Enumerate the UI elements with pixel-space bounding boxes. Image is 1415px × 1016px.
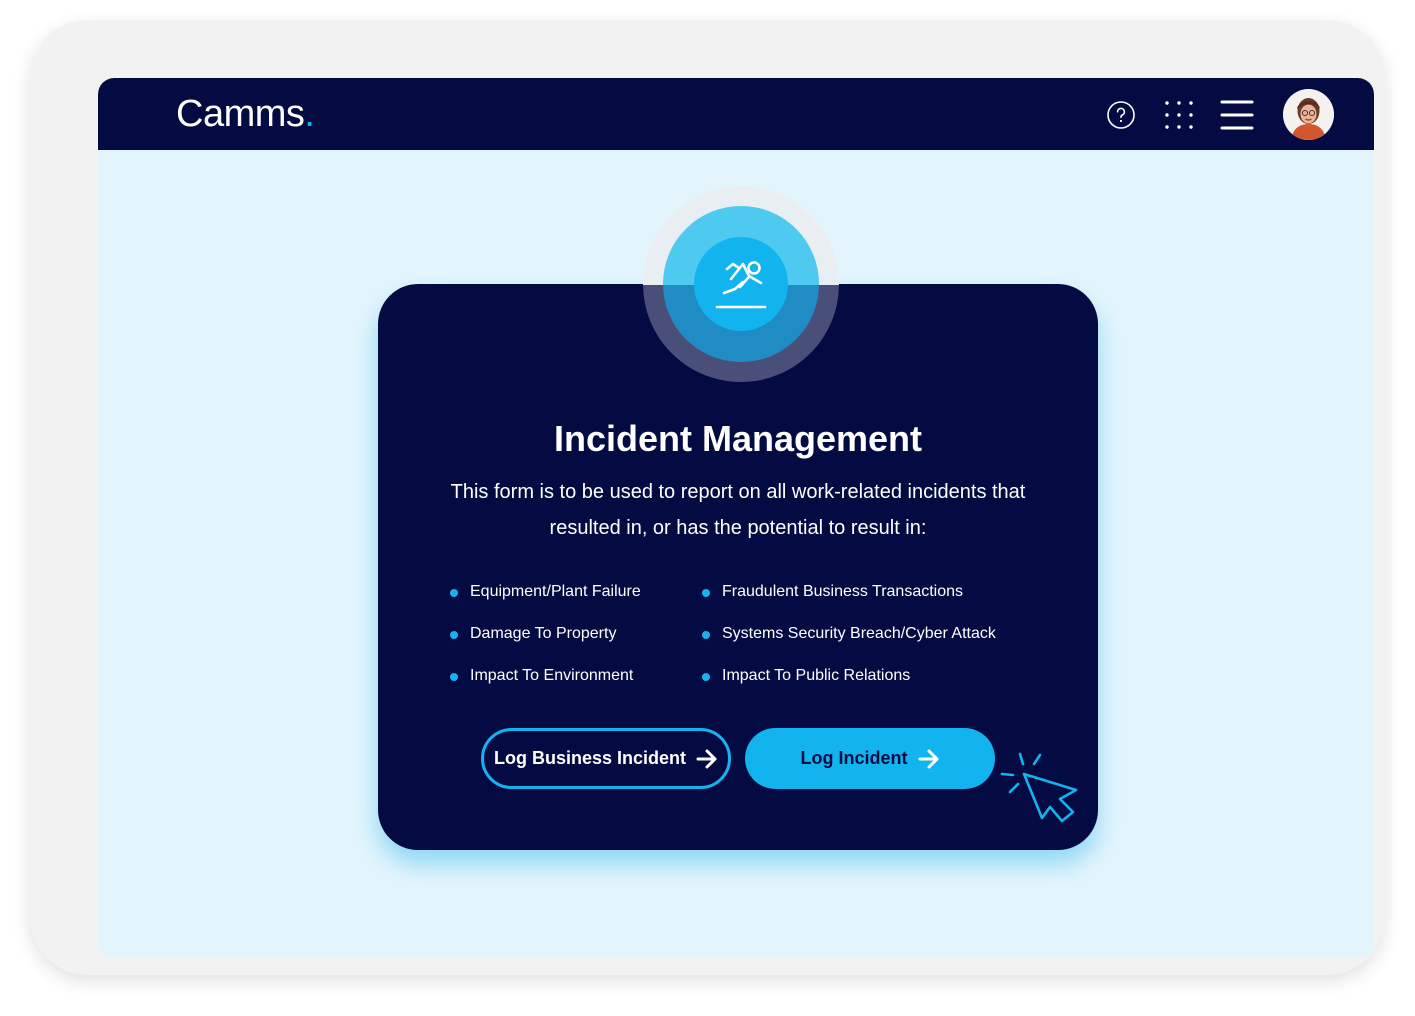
user-avatar[interactable] <box>1283 89 1334 140</box>
bullet-dot <box>702 631 710 639</box>
avatar-portrait-icon <box>1283 89 1334 140</box>
bullet-dot <box>450 673 458 681</box>
log-business-incident-label: Log Business Incident <box>493 748 687 768</box>
log-business-incident-button[interactable]: Log Business Incident <box>481 728 731 789</box>
device-frame: Camms. Incident Management This form is … <box>30 20 1385 975</box>
bullet-dot <box>702 673 710 681</box>
apps-grid-icon[interactable] <box>1164 100 1194 130</box>
card-title: Incident Management <box>553 418 923 459</box>
log-incident-button[interactable]: Log Incident <box>745 728 995 789</box>
arrow-right-icon <box>918 749 938 768</box>
bullet-dot <box>450 631 458 639</box>
brand-name: Camms <box>176 93 305 135</box>
click-cursor-icon <box>1000 752 1078 823</box>
bullet-dot <box>450 589 458 597</box>
log-incident-label: Log Incident <box>800 748 908 768</box>
arrow-right-icon <box>696 749 717 768</box>
bullet-dot <box>702 589 710 597</box>
brand-logo[interactable]: Camms. <box>176 92 315 136</box>
help-icon[interactable] <box>1106 100 1136 130</box>
app-screen: Camms. Incident Management This form is … <box>98 78 1374 957</box>
top-navigation-bar: Camms. <box>98 78 1374 150</box>
brand-dot: . <box>304 93 315 135</box>
card-description: This form is to be used to report on all… <box>450 481 1026 539</box>
incident-badge <box>643 186 839 382</box>
hamburger-menu-icon[interactable] <box>1220 99 1254 131</box>
